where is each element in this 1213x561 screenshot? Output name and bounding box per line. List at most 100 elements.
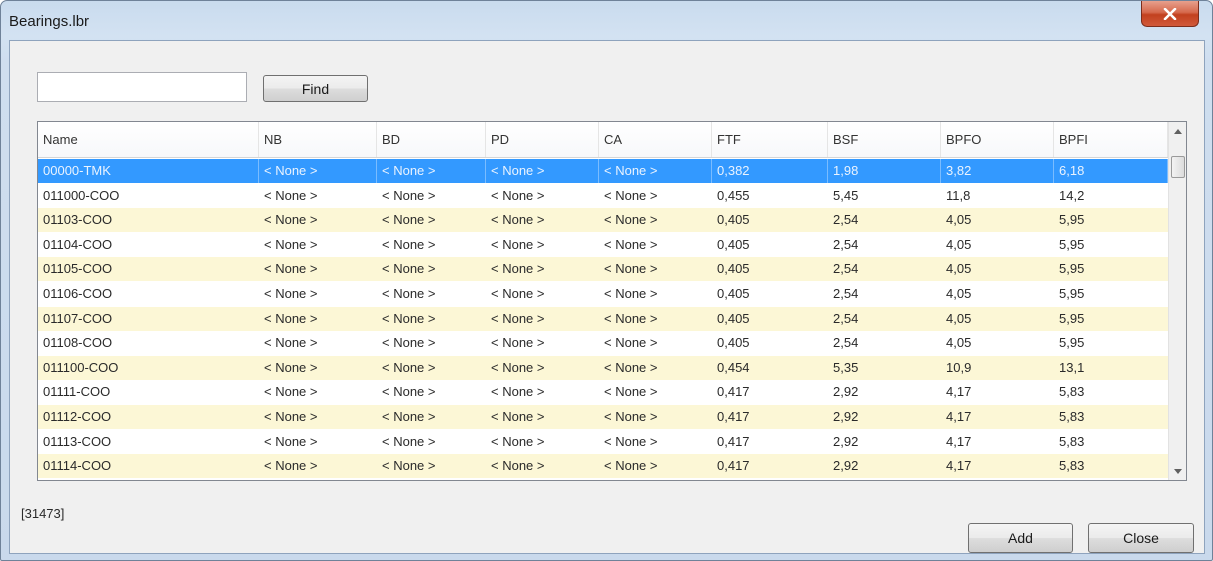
cell-pd: < None > — [491, 286, 545, 301]
cell-bd: < None > — [382, 359, 436, 375]
cell-bpfo: 4,05 — [946, 310, 972, 326]
cell-ca: < None > — [604, 359, 658, 375]
cell-bpfi: 5,95 — [1059, 236, 1085, 252]
vertical-scrollbar[interactable] — [1168, 122, 1186, 480]
close-icon — [1163, 7, 1177, 20]
table-row[interactable]: 01104-COO < None > < None > < None > < None … — [38, 233, 1168, 257]
cell-ftf: 0,455 — [717, 187, 750, 203]
cell-bpfo: 4,05 — [946, 286, 972, 301]
column-header-ca[interactable]: CA — [599, 122, 712, 157]
scroll-up-arrow-icon[interactable] — [1169, 122, 1186, 140]
cell-ftf: 0,405 — [717, 286, 750, 301]
cell-bsf: 1,98 — [828, 159, 941, 183]
cell-ftf: 0,405 — [717, 261, 750, 277]
search-input[interactable] — [37, 72, 247, 102]
column-header-nb[interactable]: NB — [259, 122, 377, 157]
cell-ca: < None > — [604, 236, 658, 252]
cell-pd: < None > — [491, 212, 545, 228]
column-header-bpfo[interactable]: BPFO — [941, 122, 1054, 157]
column-header-name[interactable]: Name — [38, 122, 259, 157]
cell-ca: < None > — [604, 384, 658, 400]
table-row[interactable]: 01111-COO < None > < None > < None > < None … — [38, 380, 1168, 404]
table-body[interactable]: 00000-TMK < None > < None > < None > < None … — [38, 159, 1168, 480]
cell-bpfi: 5,95 — [1059, 212, 1085, 228]
table-header: Name NB BD PD CA FTF BSF BPFO BPFI — [38, 122, 1168, 158]
cell-pd: < None > — [491, 310, 545, 326]
table-row[interactable]: 011000-COO < None > < None > < None > < None… — [38, 184, 1168, 208]
scroll-down-arrow-icon[interactable] — [1169, 462, 1186, 480]
cell-ca: < None > — [604, 458, 658, 474]
title-bar[interactable]: Bearings.lbr — [1, 1, 1212, 39]
cell-pd: < None > — [491, 236, 545, 252]
cell-bsf: 2,92 — [833, 384, 859, 400]
cell-bd: < None > — [382, 335, 436, 351]
cell-ca: < None > — [604, 409, 658, 424]
column-header-bsf[interactable]: BSF — [828, 122, 941, 157]
cell-bsf: 2,54 — [833, 286, 859, 301]
close-button[interactable]: Close — [1088, 523, 1194, 553]
column-header-pd[interactable]: PD — [486, 122, 599, 157]
cell-bd: < None > — [382, 310, 436, 326]
cell-ca: < None > — [604, 286, 658, 301]
cell-nb: < None > — [264, 187, 318, 203]
cell-bd: < None > — [382, 384, 436, 400]
cell-name: 01111-COO — [43, 384, 111, 400]
cell-bd: < None > — [382, 187, 436, 203]
cell-bd: < None > — [382, 286, 436, 301]
cell-pd: < None > — [486, 159, 599, 183]
cell-bpfo: 4,05 — [946, 335, 972, 351]
cell-bsf: 2,54 — [833, 236, 859, 252]
cell-nb: < None > — [264, 286, 318, 301]
add-button[interactable]: Add — [968, 523, 1073, 553]
column-header-bpfi[interactable]: BPFI — [1054, 122, 1168, 157]
cell-bpfi: 5,83 — [1059, 409, 1085, 424]
table-row[interactable]: 01113-COO < None > < None > < None > < None … — [38, 430, 1168, 454]
cell-name: 011100-COO — [43, 359, 119, 375]
table-row[interactable]: 01103-COO < None > < None > < None > < None … — [38, 208, 1168, 233]
cell-ftf: 0,382 — [712, 159, 828, 183]
table-row[interactable]: 01108-COO < None > < None > < None > < None … — [38, 331, 1168, 355]
table-row[interactable]: 011100-COO < None > < None > < None > < None… — [38, 355, 1168, 380]
cell-name: 01104-COO — [43, 236, 113, 252]
cell-nb: < None > — [264, 261, 318, 277]
column-header-ftf[interactable]: FTF — [712, 122, 828, 157]
table-row[interactable]: 01105-COO < None > < None > < None > < None … — [38, 257, 1168, 282]
cell-name: 01103-COO — [43, 212, 113, 228]
table-row[interactable]: 00000-TMK < None > < None > < None > < None … — [38, 159, 1168, 183]
cell-ftf: 0,405 — [717, 212, 750, 228]
cell-bsf: 2,92 — [833, 409, 859, 424]
cell-nb: < None > — [264, 335, 318, 351]
cell-bpfi: 5,83 — [1059, 433, 1085, 449]
table-row[interactable]: 01114-COO < None > < None > < None > < None … — [38, 454, 1168, 479]
table-row[interactable]: 01106-COO < None > < None > < None > < None … — [38, 282, 1168, 306]
cell-bpfo: 4,05 — [946, 212, 972, 228]
column-header-bd[interactable]: BD — [377, 122, 486, 157]
cell-bpfi: 6,18 — [1054, 159, 1168, 183]
cell-nb: < None > — [264, 409, 318, 424]
cell-bpfo: 11,8 — [946, 187, 971, 203]
cell-bsf: 5,45 — [833, 187, 859, 203]
cell-name: 01106-COO — [43, 286, 113, 301]
cell-nb: < None > — [264, 236, 318, 252]
cell-pd: < None > — [491, 384, 545, 400]
cell-bsf: 2,92 — [833, 433, 859, 449]
cell-bpfo: 4,17 — [946, 409, 972, 424]
record-count-label: [31473] — [21, 506, 65, 521]
cell-name: 01107-COO — [43, 310, 113, 326]
cell-bpfo: 3,82 — [941, 159, 1054, 183]
window-close-button[interactable] — [1141, 1, 1199, 27]
cell-bsf: 2,54 — [833, 310, 859, 326]
scrollbar-thumb[interactable] — [1171, 156, 1185, 178]
cell-pd: < None > — [491, 458, 545, 474]
cell-bpfo: 10,9 — [946, 359, 972, 375]
cell-ca: < None > — [604, 212, 658, 228]
cell-ca: < None > — [604, 335, 658, 351]
find-button[interactable]: Find — [263, 75, 368, 102]
table-row[interactable]: 01107-COO < None > < None > < None > < None … — [38, 306, 1168, 331]
cell-ftf: 0,417 — [717, 384, 750, 400]
table-row[interactable]: 01112-COO < None > < None > < None > < None … — [38, 405, 1168, 429]
cell-nb: < None > — [264, 359, 318, 375]
cell-bpfo: 4,17 — [946, 458, 972, 474]
cell-bd: < None > — [382, 409, 436, 424]
cell-pd: < None > — [491, 433, 545, 449]
